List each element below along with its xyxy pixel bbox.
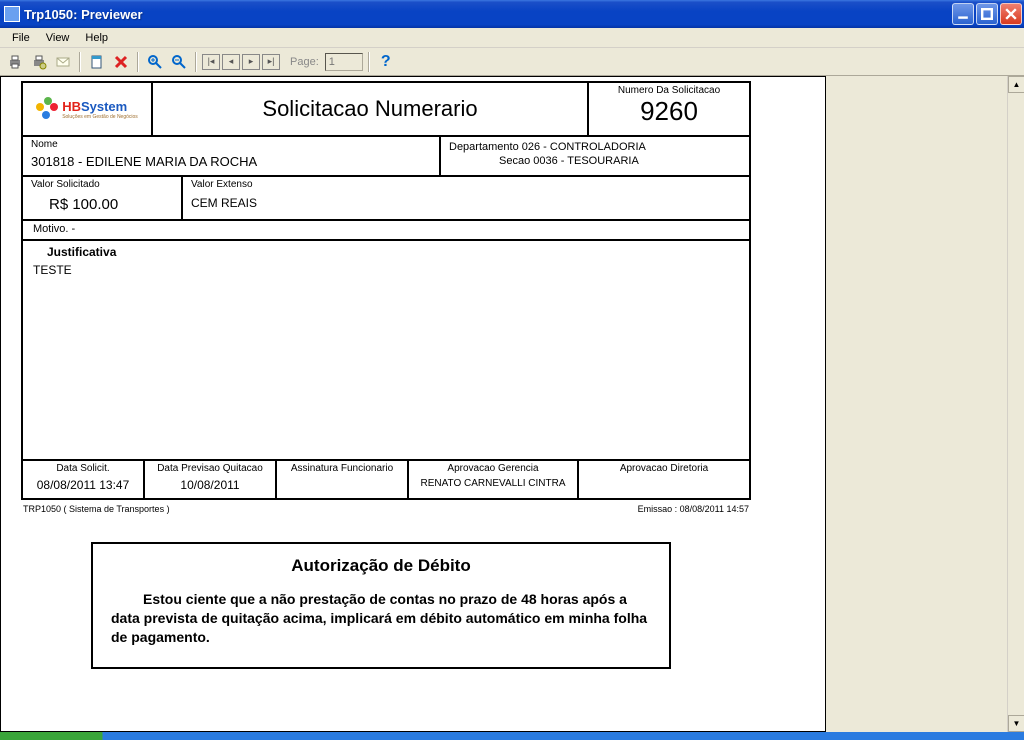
nome-label: Nome <box>31 139 431 150</box>
logo-icon <box>36 97 60 121</box>
toolbar-separator <box>195 52 197 72</box>
last-page-button[interactable]: ▸| <box>262 54 280 70</box>
departamento-line: Departamento 026 - CONTROLADORIA <box>449 141 741 153</box>
motivo-line: Motivo. - <box>23 219 749 239</box>
logo-cell: HBSystem Soluções em Gestão de Negócios <box>23 83 153 135</box>
menubar: File View Help <box>0 28 1024 48</box>
taskbar <box>0 732 1024 740</box>
print-button[interactable] <box>4 51 26 73</box>
nome-value: 301818 - EDILENE MARIA DA ROCHA <box>31 154 431 169</box>
toolbar: |◂ ◂ ▸ ▸| Page: ? <box>0 48 1024 76</box>
side-gutter: ▲ ▼ <box>826 76 1024 732</box>
print-setup-button[interactable] <box>28 51 50 73</box>
system-name: TRP1050 ( Sistema de Transportes ) <box>23 504 170 514</box>
window-titlebar: Trp1050: Previewer <box>0 0 1024 28</box>
next-page-button[interactable]: ▸ <box>242 54 260 70</box>
content-area: HBSystem Soluções em Gestão de Negócios … <box>0 76 1024 732</box>
logo-text-system: System <box>81 99 127 114</box>
minimize-button[interactable] <box>952 3 974 25</box>
help-button[interactable]: ? <box>375 51 397 73</box>
menu-help[interactable]: Help <box>77 30 116 46</box>
toolbar-separator <box>137 52 139 72</box>
assinatura-label: Assinatura Funcionario <box>281 463 403 474</box>
window-title: Trp1050: Previewer <box>24 7 952 22</box>
page-input[interactable] <box>325 53 363 71</box>
data-previsao-label: Data Previsao Quitacao <box>149 463 271 474</box>
aprovacao-gerencia-label: Aprovacao Gerencia <box>413 463 573 474</box>
aprovacao-gerencia-value: RENATO CARNEVALLI CINTRA <box>413 478 573 489</box>
valor-solicitado-value: R$ 100.00 <box>31 196 173 213</box>
new-button[interactable] <box>86 51 108 73</box>
emissao-line: Emissao : 08/08/2011 14:57 <box>638 504 749 514</box>
first-page-button[interactable]: |◂ <box>202 54 220 70</box>
app-icon <box>4 6 20 22</box>
prev-page-button[interactable]: ◂ <box>222 54 240 70</box>
justificativa-value: TESTE <box>33 263 739 277</box>
solicitation-number-label: Numero Da Solicitacao <box>595 85 743 96</box>
zoom-in-button[interactable] <box>144 51 166 73</box>
scroll-down-button[interactable]: ▼ <box>1008 715 1024 732</box>
maximize-button[interactable] <box>976 3 998 25</box>
toolbar-separator <box>79 52 81 72</box>
logo-tagline: Soluções em Gestão de Negócios <box>62 114 138 120</box>
auth-title: Autorização de Débito <box>111 556 651 576</box>
valor-extenso-value: CEM REAIS <box>191 196 741 210</box>
data-previsao-value: 10/08/2011 <box>149 478 271 492</box>
report-title: Solicitacao Numerario <box>153 83 589 135</box>
vertical-scrollbar[interactable]: ▲ ▼ <box>1007 76 1024 732</box>
data-solicit-value: 08/08/2011 13:47 <box>27 478 139 492</box>
aprovacao-diretoria-label: Aprovacao Diretoria <box>583 463 745 474</box>
mail-button[interactable] <box>52 51 74 73</box>
menu-file[interactable]: File <box>4 30 38 46</box>
close-button[interactable] <box>1000 3 1022 25</box>
toolbar-separator <box>368 52 370 72</box>
valor-extenso-label: Valor Extenso <box>191 179 741 190</box>
logo-text-hb: HB <box>62 99 81 114</box>
page-label: Page: <box>290 56 319 68</box>
zoom-out-button[interactable] <box>168 51 190 73</box>
secao-line: Secao 0036 - TESOURARIA <box>449 155 741 167</box>
auth-body: Estou ciente que a não prestação de cont… <box>111 590 651 647</box>
solicitation-number-value: 9260 <box>595 96 743 127</box>
scroll-up-button[interactable]: ▲ <box>1008 76 1024 93</box>
valor-solicitado-label: Valor Solicitado <box>31 179 173 190</box>
justificativa-label: Justificativa <box>33 245 739 259</box>
data-solicit-label: Data Solicit. <box>27 463 139 474</box>
report-preview: HBSystem Soluções em Gestão de Negócios … <box>0 76 826 732</box>
menu-view[interactable]: View <box>38 30 78 46</box>
delete-button[interactable] <box>110 51 132 73</box>
